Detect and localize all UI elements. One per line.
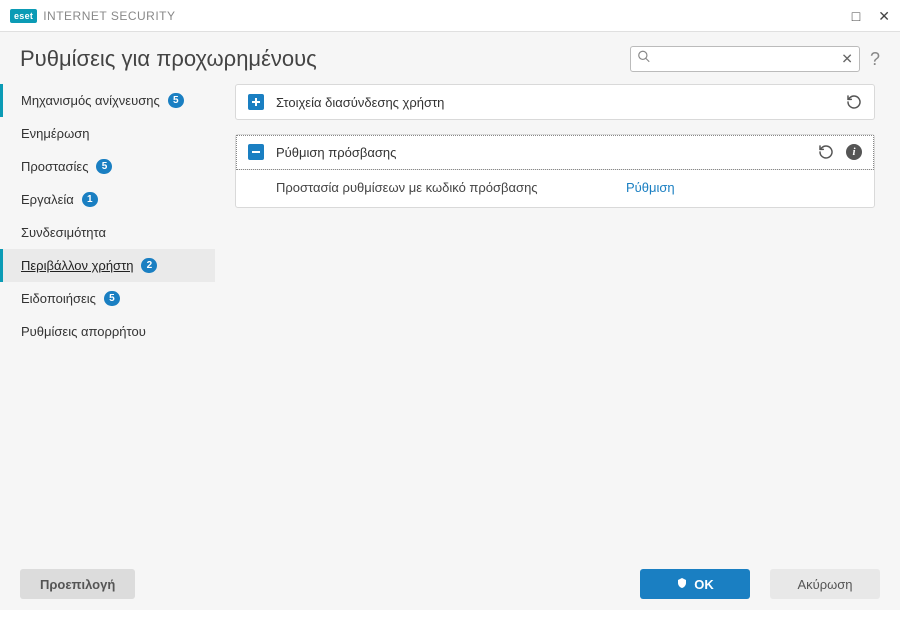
sidebar-item-4[interactable]: Συνδεσιμότητα <box>0 216 215 249</box>
sidebar-badge: 5 <box>104 291 120 306</box>
cancel-button-label: Ακύρωση <box>797 577 852 592</box>
footer-right: OK Ακύρωση <box>640 569 880 599</box>
sidebar-item-2[interactable]: Προστασίες 5 <box>0 150 215 183</box>
sidebar-item-label: Μηχανισμός ανίχνευσης <box>21 93 160 108</box>
search-input[interactable] <box>630 46 860 72</box>
sidebar-item-label: Ειδοποιήσεις <box>21 291 96 306</box>
shield-icon <box>676 577 688 592</box>
sidebar-badge: 5 <box>96 159 112 174</box>
close-icon[interactable]: ✕ <box>878 9 890 23</box>
title-left: eset INTERNET SECURITY <box>10 9 176 23</box>
cancel-button[interactable]: Ακύρωση <box>770 569 880 599</box>
footer: Προεπιλογή OK Ακύρωση <box>0 558 900 610</box>
sidebar-item-label: Συνδεσιμότητα <box>21 225 106 240</box>
sidebar-item-6[interactable]: Ειδοποιήσεις 5 <box>0 282 215 315</box>
panel-body-access-setup: Προστασία ρυθμίσεων με κωδικό πρόσβασης … <box>236 170 874 207</box>
panel-title: Στοιχεία διασύνδεσης χρήστη <box>276 95 834 110</box>
setting-action-link[interactable]: Ρύθμιση <box>626 180 675 195</box>
sidebar-item-label: Ρυθμίσεις απορρήτου <box>21 324 146 339</box>
header-right: ✕ ? <box>630 46 880 72</box>
revert-icon[interactable] <box>846 94 862 110</box>
header-row: Ρυθμίσεις για προχωρημένους ✕ ? <box>0 32 900 78</box>
panel-icons <box>846 94 862 110</box>
main: Μηχανισμός ανίχνευσης 5 Ενημέρωση Προστασίε… <box>0 78 900 558</box>
collapse-icon[interactable] <box>248 144 264 160</box>
sidebar-badge: 5 <box>168 93 184 108</box>
page-title: Ρυθμίσεις για προχωρημένους <box>20 46 317 72</box>
info-icon[interactable]: i <box>846 144 862 160</box>
content: Στοιχεία διασύνδεσης χρήστη Ρύθμιση πρόσ… <box>215 78 900 558</box>
sidebar-item-label: Εργαλεία <box>21 192 74 207</box>
sidebar-item-3[interactable]: Εργαλεία 1 <box>0 183 215 216</box>
sidebar-item-7[interactable]: Ρυθμίσεις απορρήτου <box>0 315 215 348</box>
panel-icons: i <box>818 144 862 160</box>
revert-icon[interactable] <box>818 144 834 160</box>
brand-badge: eset <box>10 9 37 23</box>
panel-user-elements: Στοιχεία διασύνδεσης χρήστη <box>235 84 875 120</box>
product-name: INTERNET SECURITY <box>43 9 175 23</box>
sidebar-item-1[interactable]: Ενημέρωση <box>0 117 215 150</box>
help-icon[interactable]: ? <box>870 49 880 70</box>
sidebar-item-5[interactable]: Περιβάλλον χρήστη 2 <box>0 249 215 282</box>
clear-search-icon[interactable]: ✕ <box>841 51 853 68</box>
default-button-label: Προεπιλογή <box>40 577 115 592</box>
sidebar-item-label: Προστασίες <box>21 159 88 174</box>
expand-icon[interactable] <box>248 94 264 110</box>
sidebar: Μηχανισμός ανίχνευσης 5 Ενημέρωση Προστασίε… <box>0 78 215 558</box>
panel-header-user-elements[interactable]: Στοιχεία διασύνδεσης χρήστη <box>236 85 874 119</box>
maximize-icon[interactable]: □ <box>852 9 860 23</box>
sidebar-item-label: Ενημέρωση <box>21 126 90 141</box>
default-button[interactable]: Προεπιλογή <box>20 569 135 599</box>
search-wrap: ✕ <box>630 46 860 72</box>
setting-label: Προστασία ρυθμίσεων με κωδικό πρόσβασης <box>276 180 626 195</box>
ok-button[interactable]: OK <box>640 569 750 599</box>
window-controls: □ ✕ <box>852 9 890 23</box>
title-bar: eset INTERNET SECURITY □ ✕ <box>0 0 900 32</box>
panel-header-access-setup[interactable]: Ρύθμιση πρόσβασης i <box>236 135 874 170</box>
panel-access-setup: Ρύθμιση πρόσβασης i Προστασία ρυθμίσεων … <box>235 134 875 208</box>
ok-button-label: OK <box>694 577 714 592</box>
sidebar-badge: 1 <box>82 192 98 207</box>
sidebar-badge: 2 <box>141 258 157 273</box>
panel-title: Ρύθμιση πρόσβασης <box>276 145 806 160</box>
sidebar-item-0[interactable]: Μηχανισμός ανίχνευσης 5 <box>0 84 215 117</box>
sidebar-item-label: Περιβάλλον χρήστη <box>21 258 133 273</box>
